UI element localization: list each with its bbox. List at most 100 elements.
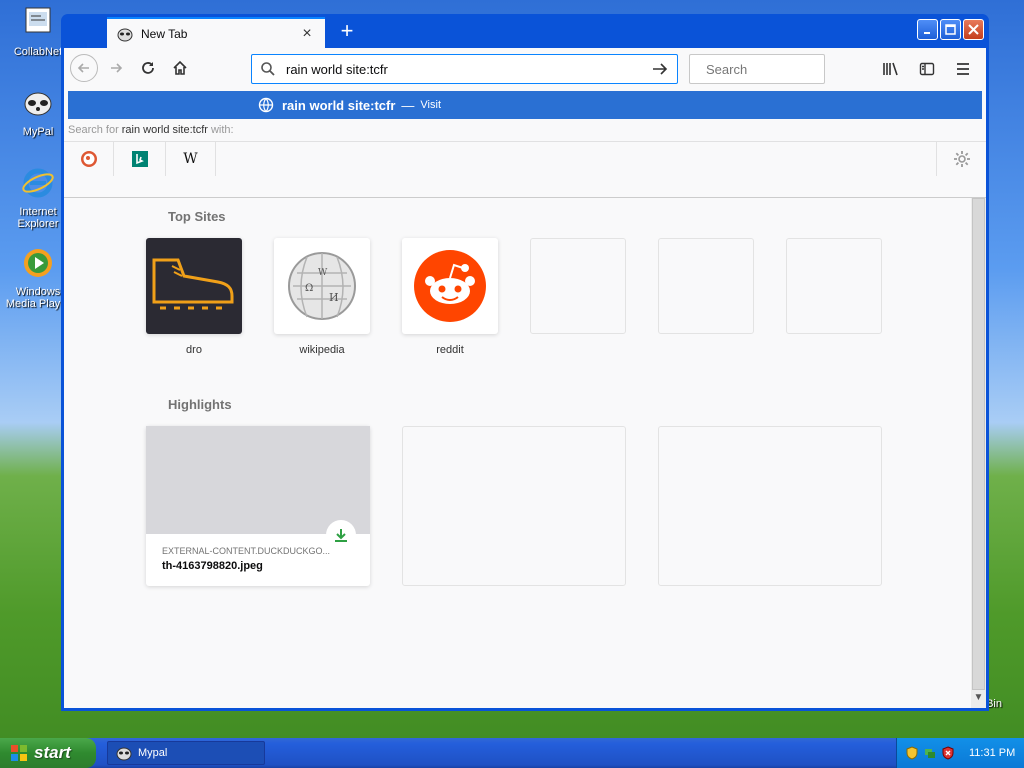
close-icon <box>968 24 979 35</box>
media-player-icon <box>24 249 52 277</box>
search-icon <box>261 62 275 76</box>
mypal-favicon-icon <box>117 28 133 41</box>
top-site-label: reddit <box>436 344 464 356</box>
back-button[interactable] <box>70 54 98 82</box>
mypal-raccoon-icon <box>24 92 52 116</box>
reload-icon <box>142 62 154 74</box>
highlight-placeholder <box>402 426 626 586</box>
boot-icon <box>152 258 234 310</box>
page-scrollbar[interactable]: ▼ <box>971 198 986 708</box>
top-site-dro[interactable]: dro <box>146 238 242 356</box>
top-site-placeholder[interactable] <box>786 238 882 334</box>
top-site-tile[interactable] <box>146 238 242 334</box>
top-site-empty[interactable] <box>658 238 754 334</box>
scroll-down-icon[interactable]: ▼ <box>971 692 986 708</box>
url-suggestions-popup: rain world site:tcfr — Visit Search for … <box>64 88 986 198</box>
go-arrow-icon[interactable] <box>651 61 669 77</box>
search-box[interactable] <box>689 54 884 84</box>
top-site-empty[interactable] <box>530 238 626 334</box>
engine-duckduckgo-button[interactable] <box>64 141 114 176</box>
home-button[interactable] <box>166 54 194 82</box>
top-site-tile[interactable] <box>402 238 498 334</box>
gear-icon <box>953 151 970 167</box>
security-shield-icon[interactable] <box>905 746 919 760</box>
taskbar: start Mypal 11:31 PM <box>0 738 1024 768</box>
url-bar[interactable] <box>251 54 678 84</box>
tab-new-tab[interactable]: New Tab × <box>107 17 325 48</box>
suggestion-separator: — <box>401 97 415 113</box>
reload-button[interactable] <box>134 54 162 82</box>
url-input[interactable] <box>284 60 651 78</box>
internet-explorer-icon <box>22 168 54 198</box>
taskbar-item-mypal[interactable]: Mypal <box>107 741 265 765</box>
scrollbar-thumb[interactable] <box>972 198 985 690</box>
top-site-placeholder[interactable] <box>658 238 754 334</box>
windows-flag-icon <box>11 745 27 761</box>
top-site-wikipedia[interactable]: Ω И W wikipedia <box>274 238 370 356</box>
tab-close-icon[interactable]: × <box>299 25 315 43</box>
network-icon[interactable] <box>923 746 937 760</box>
download-badge <box>326 520 356 550</box>
window-controls <box>917 19 984 40</box>
top-sites-title: Top Sites <box>168 209 226 224</box>
toolbar-right <box>878 56 976 82</box>
search-input[interactable] <box>704 60 884 78</box>
top-site-reddit[interactable]: reddit <box>402 238 498 356</box>
suggestion-query: rain world site:tcfr <box>282 97 396 113</box>
engine-wikipedia-button[interactable]: W <box>166 141 216 176</box>
browser-window: New Tab × + rain world site:tcfr Search … <box>61 14 989 711</box>
svg-text:И: И <box>329 291 339 304</box>
search-engine-bar: W <box>64 141 986 176</box>
svg-text:W: W <box>318 268 328 278</box>
sidebar-button[interactable] <box>914 56 940 82</box>
home-icon <box>173 60 187 75</box>
highlight-image <box>146 426 370 550</box>
taskbar-item-label: Mypal <box>138 747 168 759</box>
search-with-suffix: with: <box>210 124 234 136</box>
forward-button[interactable] <box>102 54 130 82</box>
highlight-filename: th-4163798820.jpeg <box>162 560 263 572</box>
close-window-button[interactable] <box>963 19 984 40</box>
start-label: start <box>34 743 71 762</box>
top-site-tile[interactable]: Ω И W <box>274 238 370 334</box>
new-tab-button[interactable]: + <box>334 19 360 45</box>
tab-title: New Tab <box>141 26 188 41</box>
shield-alert-icon[interactable] <box>941 746 955 760</box>
library-button[interactable] <box>878 56 904 82</box>
globe-icon <box>258 97 274 113</box>
bing-icon <box>131 150 148 167</box>
nav-toolbar <box>64 48 986 88</box>
forward-arrow-icon <box>111 63 123 73</box>
search-with-prefix: Search for <box>68 124 119 136</box>
search-settings-button[interactable] <box>936 142 986 176</box>
minimize-button[interactable] <box>917 19 938 40</box>
collabnet-icon <box>25 7 51 33</box>
top-site-empty[interactable] <box>786 238 882 334</box>
suggestion-action: Visit <box>420 99 442 111</box>
clock: 11:31 PM <box>969 747 1016 759</box>
back-arrow-icon <box>77 63 89 73</box>
library-icon <box>883 62 898 76</box>
highlight-host: EXTERNAL-CONTENT.DUCKDUCKGO... <box>162 546 331 556</box>
download-icon <box>335 529 347 542</box>
hamburger-menu-icon <box>957 63 969 75</box>
top-site-placeholder[interactable] <box>530 238 626 334</box>
top-site-label: wikipedia <box>299 344 345 356</box>
highlight-card[interactable]: EXTERNAL-CONTENT.DUCKDUCKGO... th-416379… <box>146 426 370 586</box>
reddit-icon <box>414 250 486 322</box>
svg-text:Ω: Ω <box>305 283 313 294</box>
menu-button[interactable] <box>950 56 976 82</box>
search-with-query: rain world site:tcfr <box>121 124 208 136</box>
start-button[interactable]: start <box>0 738 96 768</box>
wikipedia-globe-icon: Ω И W <box>288 252 356 320</box>
system-tray: 11:31 PM <box>896 738 1024 768</box>
highlight-placeholder <box>658 426 882 586</box>
duckduckgo-icon <box>80 150 97 167</box>
search-with-label: Search for rain world site:tcfr with: <box>64 119 986 141</box>
sidebar-icon <box>919 62 935 76</box>
maximize-icon <box>945 24 956 35</box>
maximize-button[interactable] <box>940 19 961 40</box>
top-site-label: dro <box>186 344 202 356</box>
engine-bing-button[interactable] <box>114 141 166 176</box>
suggestion-row[interactable]: rain world site:tcfr — Visit <box>68 91 982 119</box>
